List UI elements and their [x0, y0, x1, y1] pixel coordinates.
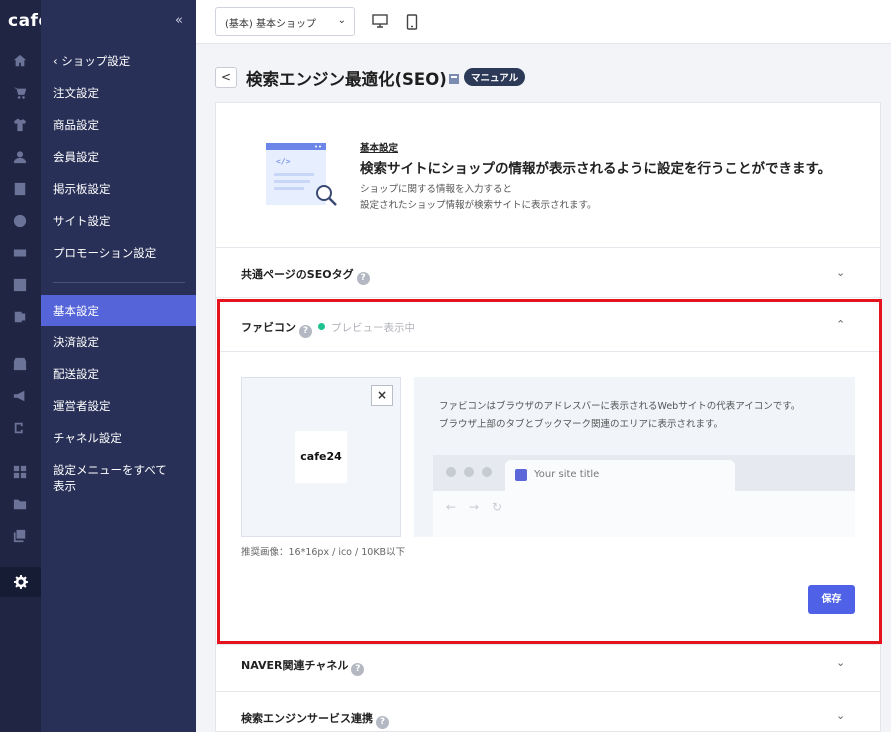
export-icon[interactable]: [12, 420, 28, 436]
help-icon[interactable]: ?: [351, 663, 365, 676]
excel-icon[interactable]: [12, 309, 28, 325]
sidebar-item-product[interactable]: 商品設定: [53, 117, 193, 133]
gear-icon[interactable]: [0, 567, 41, 597]
sidebar-item-promotion[interactable]: プロモーション設定: [53, 245, 193, 261]
highlight-box: [217, 299, 882, 644]
chevron-down-icon[interactable]: ⌄: [836, 266, 845, 279]
collapse-sidebar-icon[interactable]: «: [175, 13, 183, 28]
shop-select[interactable]: (基本) 基本ショップ ⌄: [215, 7, 355, 36]
hero-description-1: ショップに関する情報を入力すると: [360, 184, 513, 195]
promo-icon[interactable]: [12, 245, 28, 261]
store-icon[interactable]: [12, 356, 28, 372]
apps-icon[interactable]: [12, 464, 28, 480]
page-title: 検索エンジン最適化(SEO): [246, 70, 447, 89]
divider: [216, 644, 880, 645]
sidebar-item-shipping[interactable]: 配送設定: [53, 366, 193, 382]
palette-icon[interactable]: [12, 213, 28, 229]
section-search-service[interactable]: 検索エンジンサービス連携?: [241, 710, 389, 729]
copy-icon[interactable]: [12, 528, 28, 544]
manual-badge[interactable]: マニュアル: [464, 68, 526, 86]
hero-description-2: 設定されたショップ情報が検索サイトに表示されます。: [360, 200, 597, 211]
folder-icon[interactable]: [12, 496, 28, 512]
sidebar-item-payment[interactable]: 決済設定: [53, 334, 193, 350]
hero-title: 検索サイトにショップの情報が表示されるように設定を行うことができます。: [360, 161, 832, 177]
divider: [216, 297, 880, 298]
sidebar-item-channel[interactable]: チャネル設定: [53, 430, 193, 446]
sidebar-back[interactable]: ‹ ショップ設定: [53, 53, 130, 69]
sidebar-item-basic[interactable]: 基本設定: [41, 295, 196, 326]
chevron-down-icon[interactable]: ⌄: [836, 709, 845, 722]
megaphone-icon[interactable]: [12, 388, 28, 404]
back-button[interactable]: <: [215, 67, 237, 88]
sidebar-item-member[interactable]: 会員設定: [53, 149, 193, 165]
icon-bar: [0, 0, 41, 732]
chart-icon[interactable]: [12, 277, 28, 293]
chevron-down-icon[interactable]: ⌄: [836, 656, 845, 669]
mobile-icon[interactable]: [406, 14, 418, 34]
chevron-down-icon: ⌄: [337, 15, 346, 26]
desktop-icon[interactable]: [372, 14, 388, 33]
sidebar-item-operator[interactable]: 運営者設定: [53, 398, 193, 414]
top-bar: (基本) 基本ショップ ⌄: [196, 0, 891, 44]
sidebar: ‹ ショップ設定 注文設定 商品設定 会員設定 掲示板設定 サイト設定 プロモー…: [41, 0, 196, 732]
section-naver[interactable]: NAVER関連チャネル?: [241, 657, 365, 676]
cart-icon[interactable]: [12, 85, 28, 101]
sidebar-item-board[interactable]: 掲示板設定: [53, 181, 193, 197]
help-icon[interactable]: ?: [376, 716, 389, 729]
svg-text:</>: </>: [276, 157, 291, 166]
help-icon[interactable]: ?: [356, 272, 370, 285]
divider: [216, 247, 880, 248]
sidebar-item-order[interactable]: 注文設定: [53, 85, 193, 101]
book-icon: [448, 70, 460, 89]
sidebar-item-site[interactable]: サイト設定: [53, 213, 193, 229]
sidebar-item-all-settings[interactable]: 設定メニューをすべて表示: [53, 462, 178, 494]
code-search-illustration: </>: [266, 143, 338, 213]
home-icon[interactable]: [12, 53, 28, 69]
sidebar-divider: [53, 282, 185, 283]
user-icon[interactable]: [12, 149, 28, 165]
tshirt-icon[interactable]: [12, 117, 28, 133]
section-seo-tag[interactable]: 共通ページのSEOタグ?: [241, 266, 370, 285]
board-icon[interactable]: [12, 181, 28, 197]
hero-label: 基本設定: [360, 143, 399, 154]
divider: [216, 691, 880, 692]
